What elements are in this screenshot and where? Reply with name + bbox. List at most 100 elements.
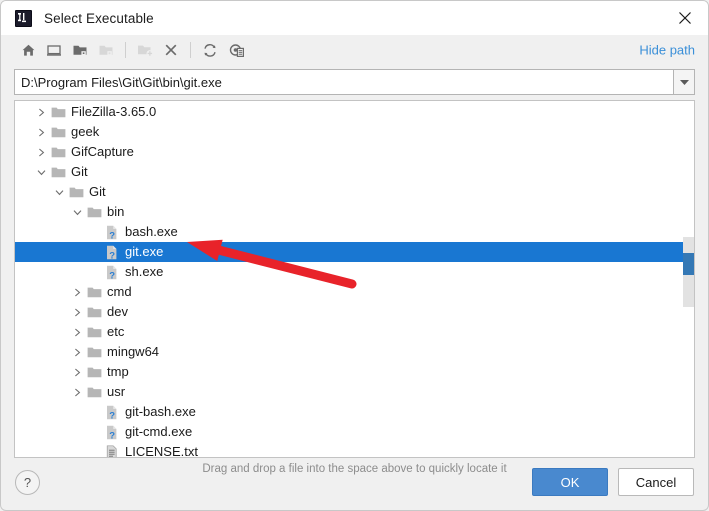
chevron-right-icon <box>38 108 44 116</box>
folder-icon <box>85 322 103 342</box>
folder-icon <box>85 382 103 402</box>
tree-row-selected[interactable]: ? git.exe <box>15 242 694 262</box>
home-icon[interactable] <box>15 38 41 62</box>
tree-row-label: GifCapture <box>71 144 134 159</box>
chevron-down-icon[interactable] <box>673 69 695 95</box>
tree-row-label: cmd <box>107 284 132 299</box>
expand-toggle-collapsed[interactable] <box>33 142 49 162</box>
tree-row[interactable]: ? git-bash.exe <box>15 402 694 422</box>
chevron-down-icon <box>73 209 81 215</box>
chevron-down-icon <box>37 169 45 175</box>
refresh-icon[interactable] <box>197 38 223 62</box>
folder-icon <box>49 142 67 162</box>
tree-row[interactable]: geek <box>15 122 694 142</box>
folder-up-icon[interactable] <box>67 38 93 62</box>
new-folder-icon[interactable] <box>132 38 158 62</box>
file-tree-panel[interactable]: FileZilla-3.65.0 geek GifCapture Git Git bin?… <box>14 100 695 458</box>
folder-back-icon[interactable] <box>93 38 119 62</box>
expand-toggle-expanded[interactable] <box>51 182 67 202</box>
toolbar-separator <box>190 42 191 58</box>
svg-text:?: ? <box>109 410 115 420</box>
tree-row[interactable]: mingw64 <box>15 342 694 362</box>
unknown-file-icon: ? <box>103 222 121 242</box>
tree-row[interactable]: bin <box>15 202 694 222</box>
desktop-icon[interactable] <box>41 38 67 62</box>
tree-row-label: git-cmd.exe <box>125 424 193 439</box>
expand-toggle-collapsed[interactable] <box>69 302 85 322</box>
chevron-right-icon <box>74 368 80 376</box>
tree-row[interactable]: tmp <box>15 362 694 382</box>
chevron-right-icon <box>38 148 44 156</box>
hide-path-link[interactable]: Hide path <box>639 43 695 58</box>
path-row: D:\Program Files\Git\Git\bin\git.exe <box>14 69 695 95</box>
tree-row[interactable]: dev <box>15 302 694 322</box>
chevron-right-icon <box>74 308 80 316</box>
path-input[interactable]: D:\Program Files\Git\Git\bin\git.exe <box>14 69 673 95</box>
cancel-button[interactable]: Cancel <box>618 468 694 496</box>
toolbar: Hide path <box>1 35 708 65</box>
folder-icon <box>85 362 103 382</box>
chevron-right-icon <box>74 348 80 356</box>
tree-row[interactable]: LICENSE.txt <box>15 442 694 458</box>
tree-row[interactable]: ? git-cmd.exe <box>15 422 694 442</box>
tree-scrollbar-thumb[interactable] <box>683 253 694 275</box>
tree-row-label: dev <box>107 304 128 319</box>
title-bar: Select Executable <box>1 1 708 35</box>
unknown-file-icon: ? <box>103 422 121 442</box>
window-title: Select Executable <box>44 10 154 26</box>
show-hidden-icon[interactable] <box>223 38 249 62</box>
chevron-right-icon <box>74 328 80 336</box>
tree-row-label: LICENSE.txt <box>125 444 198 458</box>
tree-row[interactable]: Git <box>15 182 694 202</box>
expand-toggle-collapsed[interactable] <box>33 122 49 142</box>
tree-row[interactable]: GifCapture <box>15 142 694 162</box>
expand-toggle-collapsed[interactable] <box>69 362 85 382</box>
select-executable-dialog: Select Executable Hide path D:\Program F… <box>0 0 709 511</box>
ok-button[interactable]: OK <box>532 468 608 496</box>
help-button[interactable]: ? <box>15 470 40 495</box>
tree-row[interactable]: etc <box>15 322 694 342</box>
close-icon[interactable] <box>662 1 708 35</box>
tree-row-label: tmp <box>107 364 129 379</box>
svg-text:?: ? <box>109 230 115 240</box>
tree-row-label: Git <box>71 164 88 179</box>
folder-icon <box>85 202 103 222</box>
tree-row-label: mingw64 <box>107 344 160 359</box>
expand-toggle-collapsed[interactable] <box>69 322 85 342</box>
svg-text:?: ? <box>109 250 115 260</box>
unknown-file-icon: ? <box>103 402 121 422</box>
tree-row-label: bash.exe <box>125 224 178 239</box>
tree-scrollbar-track[interactable] <box>683 237 694 307</box>
tree-row[interactable]: FileZilla-3.65.0 <box>15 102 694 122</box>
tree-row-label: usr <box>107 384 126 399</box>
tree-row[interactable]: ? bash.exe <box>15 222 694 242</box>
expand-toggle-expanded[interactable] <box>69 202 85 222</box>
expand-toggle-collapsed[interactable] <box>69 342 85 362</box>
delete-icon[interactable] <box>158 38 184 62</box>
tree-row-label: git-bash.exe <box>125 404 196 419</box>
folder-icon <box>85 302 103 322</box>
unknown-file-icon: ? <box>103 242 121 262</box>
tree-row-label: FileZilla-3.65.0 <box>71 104 157 119</box>
tree-row-label: geek <box>71 124 100 139</box>
tree-row[interactable]: ? sh.exe <box>15 262 694 282</box>
expand-toggle-expanded[interactable] <box>33 162 49 182</box>
folder-icon <box>85 282 103 302</box>
folder-icon <box>67 182 85 202</box>
text-file-icon <box>103 442 121 457</box>
tree-row[interactable]: cmd <box>15 282 694 302</box>
expand-toggle-collapsed[interactable] <box>69 282 85 302</box>
toolbar-separator <box>125 42 126 58</box>
svg-text:?: ? <box>109 430 115 440</box>
expand-toggle-collapsed[interactable] <box>69 382 85 402</box>
expand-toggle-collapsed[interactable] <box>33 102 49 122</box>
intellij-idea-logo-icon <box>15 9 32 27</box>
tree-row[interactable]: usr <box>15 382 694 402</box>
chevron-right-icon <box>38 128 44 136</box>
tree-row-label: sh.exe <box>125 264 164 279</box>
tree-row[interactable]: Git <box>15 162 694 182</box>
